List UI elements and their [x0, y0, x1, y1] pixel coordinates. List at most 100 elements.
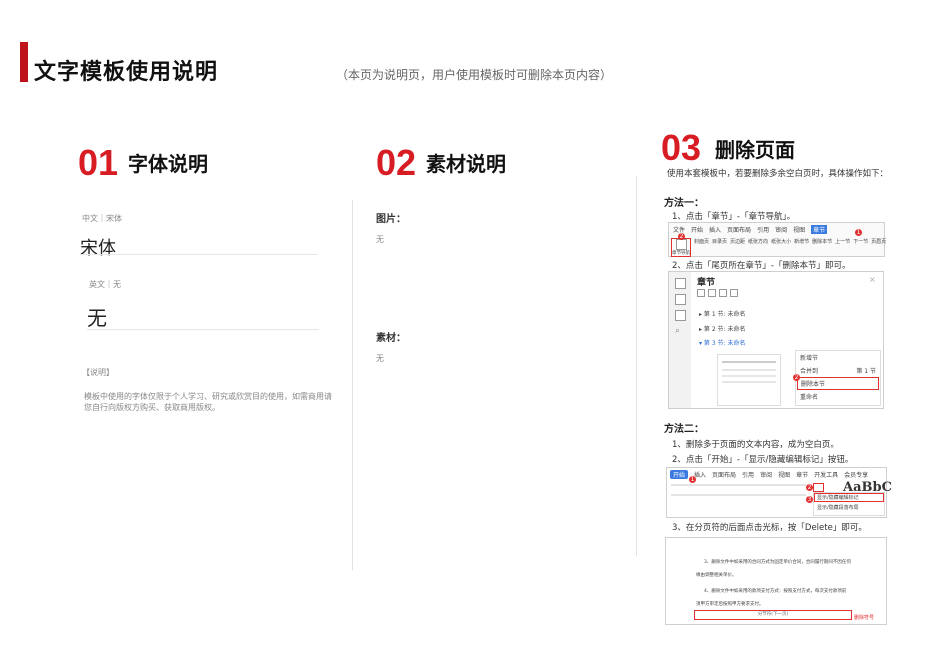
chapter-panel-screenshot: ⌕ 章节 × ▸ 第 1 节: 未命名 ▸ 第 2 节: 未命名 ▾ 第 3 节… — [668, 271, 884, 409]
menu-item: 插入 — [709, 227, 722, 234]
material-section-header: 02 素材说明 — [376, 143, 506, 183]
method1-step2: 2、点击「尾页所在章节」-「删除本节」即可。 — [672, 261, 851, 271]
chapter-nav-icon — [675, 239, 687, 250]
method2-step1: 1、删除多于页面的文本内容，成为空白页。 — [672, 440, 839, 450]
step-marker-2: 2 — [793, 374, 800, 381]
doc-line: 3、删除文件中如采用的合同方式为固定单价合同，合同履行期间不因任何 — [704, 560, 851, 565]
bookmark-icon — [675, 310, 686, 321]
chapter-item: ▸ 第 2 节: 未命名 — [699, 326, 746, 333]
step-marker-2: 2 — [678, 233, 685, 240]
page-title: 文字模板使用说明 — [34, 60, 219, 85]
description-text: 模板中使用的字体仅限于个人学习、研究或欣赏目的使用，如需商用请您自行向版权方购买… — [84, 392, 332, 412]
delete-mark-label: 删除符号 — [854, 615, 875, 621]
chapter-context-menu: 新增节 合并到第 1 节 删除本节 重命名 — [795, 350, 881, 406]
section-title: 素材说明 — [426, 152, 507, 176]
doc-icon — [675, 278, 686, 289]
close-icon: × — [869, 275, 876, 284]
step-marker-2: 2 — [806, 484, 813, 491]
section-break: 分节符(下一页) — [757, 612, 789, 617]
section-number: 03 — [661, 127, 702, 168]
doc-line: 缘由调整相关单价。 — [696, 573, 737, 578]
tool-label: 封面页 — [694, 239, 710, 245]
tool-icon — [697, 289, 705, 297]
ribbon-tab: 审阅 — [760, 472, 773, 479]
section-title: 删除页面 — [715, 138, 796, 162]
menu-new-section: 新增节 — [800, 355, 819, 362]
page-thumbnail — [717, 354, 781, 406]
step-marker-3: 3 — [806, 496, 813, 503]
menu-show-hide-marks: 显示/隐藏编辑标记 — [814, 493, 884, 502]
page-note: （本页为说明页，用户使用模板时可删除本页内容） — [336, 68, 613, 82]
method1-title: 方法一： — [664, 198, 704, 209]
tab-home: 开始 — [670, 470, 689, 479]
ribbon-tab: 引用 — [742, 472, 755, 479]
menu-rename: 重命名 — [800, 394, 819, 401]
method1-step1: 1、点击「章节」-「章节导航」。 — [672, 212, 796, 222]
assets-label: 素材： — [376, 333, 406, 344]
font-section-header: 01 字体说明 — [78, 143, 208, 183]
column-divider — [352, 200, 353, 570]
tool-label: 页边距 — [730, 239, 746, 245]
cn-font-label: 中文｜宋体 — [82, 214, 122, 223]
en-font-label: 英文｜无 — [89, 280, 121, 289]
step-marker-1: 1 — [855, 229, 862, 236]
doc-line: 须甲方审定后按照甲方要求支付。 — [696, 602, 764, 607]
method2-step2: 2、点击「开始」-「显示/隐藏编辑标记」按钮。 — [672, 455, 854, 465]
cn-font-value: 宋体 — [80, 238, 116, 259]
doc-line: 4、删除文件中如采用的款项支付方式：按照支付方式，每次支付款项前 — [704, 589, 847, 594]
menu-item: 页面布局 — [727, 227, 752, 234]
chapter-item: ▸ 第 1 节: 未命名 — [699, 311, 746, 318]
tool-label: 页眉页 — [871, 239, 887, 245]
ribbon-tab: 开发工具 — [814, 472, 839, 479]
title-accent-bar — [20, 42, 28, 82]
description-tag: 【说明】 — [82, 368, 114, 377]
step-marker-1: 1 — [689, 476, 696, 483]
method2-step3: 3、在分页符的后面点击光标，按「Delete」即可。 — [672, 523, 867, 533]
panel-tools — [697, 289, 738, 297]
section-number: 02 — [376, 142, 417, 183]
chapter-item-selected: ▾ 第 3 节: 未命名 — [699, 340, 746, 347]
menu-item: 审阅 — [775, 227, 788, 234]
tool-label: 新增节 — [794, 239, 810, 245]
folder-icon — [675, 294, 686, 305]
ribbon-tab: 视图 — [778, 472, 791, 479]
chapter-nav-button: 章节导航 — [671, 238, 691, 257]
home-ribbon-screenshot: 开始 插入 页面布局 引用 审阅 视图 章节 开发工具 会员专享 AaBbC 显… — [666, 467, 892, 518]
delete-intro: 使用本套模板中，若要删除多余空白页时，具体操作如下： — [667, 169, 889, 179]
images-value: 无 — [376, 235, 384, 244]
tool-label: 纸张大小 — [771, 239, 792, 245]
menu-merge: 合并到第 1 节 — [800, 368, 876, 375]
divider — [80, 254, 318, 255]
menu-item: 引用 — [757, 227, 770, 234]
chapter-nav-label: 章节导航 — [672, 251, 690, 256]
delete-section-header: 03 删除页面 — [661, 128, 795, 168]
section-number: 01 — [78, 142, 119, 183]
ribbon-screenshot: 文件 开始 插入 页面布局 引用 审阅 视图 章节 章节导航 封面页 目录页 页… — [668, 222, 887, 259]
en-font-value: 无 — [87, 306, 107, 330]
marks-dropdown: 显示/隐藏编辑标记 显示/隐藏段落布局 — [813, 492, 885, 516]
menu-item: 视图 — [793, 227, 806, 234]
tool-label: 删除本节 — [812, 239, 833, 245]
panel-sidebar: ⌕ — [669, 272, 691, 408]
column-divider — [636, 176, 637, 556]
images-label: 图片： — [376, 214, 406, 225]
ribbon-tools: 章节导航 封面页 目录页 页边距 纸张方向 纸张大小 新增节 删除本节 上一节 … — [669, 236, 887, 259]
divider — [87, 329, 319, 330]
assets-value: 无 — [376, 354, 384, 363]
tool-row — [671, 484, 806, 486]
menu-show-hide-layout: 显示/隐藏段落布局 — [817, 505, 859, 511]
tool-label: 纸张方向 — [748, 239, 769, 245]
section-break-box: 分节符(下一页) — [694, 610, 852, 620]
tool-label: 上一节 — [835, 239, 851, 245]
tool-row — [671, 494, 806, 496]
panel-title: 章节 — [697, 278, 716, 288]
tool-icon — [708, 289, 716, 297]
document-screenshot: 3、删除文件中如采用的合同方式为固定单价合同，合同履行期间不因任何 缘由调整相关… — [665, 537, 887, 625]
tool-label: 下一节 — [853, 239, 869, 245]
tool-icon — [719, 289, 727, 297]
menu-delete-section: 删除本节 — [797, 377, 879, 390]
section-title: 字体说明 — [128, 152, 209, 176]
tool-icon — [730, 289, 738, 297]
ribbon-tab: 章节 — [796, 472, 809, 479]
method2-title: 方法二： — [664, 424, 704, 435]
